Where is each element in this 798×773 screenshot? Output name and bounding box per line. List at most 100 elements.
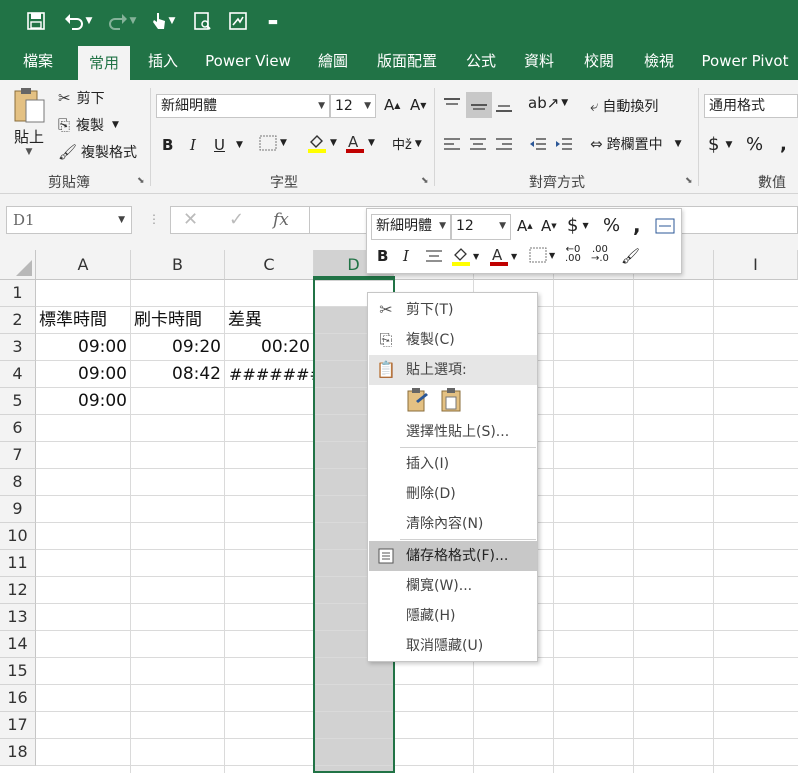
name-box[interactable]: D1 ▼ xyxy=(6,206,132,234)
row-header-12[interactable]: 12 xyxy=(0,577,36,604)
row-header-5[interactable]: 5 xyxy=(0,388,36,415)
align-right-icon[interactable] xyxy=(494,136,514,152)
cell-c2[interactable]: 差異 xyxy=(225,307,314,334)
tab-formulas[interactable]: 公式 xyxy=(458,42,504,80)
select-all-corner[interactable] xyxy=(0,250,36,280)
cell-a3[interactable]: 09:00 xyxy=(36,334,131,361)
row-header-17[interactable]: 17 xyxy=(0,712,36,739)
copy-button[interactable]: ⎘ 複製 ▼ xyxy=(58,115,119,135)
cell-c3[interactable]: 00:20 xyxy=(225,334,314,361)
font-size-combo[interactable]: 12 ▼ xyxy=(330,94,376,118)
cell-c4[interactable]: ######## xyxy=(225,361,314,388)
mini-fill-color-icon[interactable]: ▼ xyxy=(451,245,479,267)
row-header-3[interactable]: 3 xyxy=(0,334,36,361)
row-header-10[interactable]: 10 xyxy=(0,523,36,550)
redo-icon[interactable]: ▼ xyxy=(104,8,140,34)
cell-b4[interactable]: 08:42 xyxy=(131,361,225,388)
mini-font-color-icon[interactable]: A ▼ xyxy=(489,245,517,267)
mini-align-center-icon[interactable] xyxy=(425,249,443,263)
row-header-8[interactable]: 8 xyxy=(0,469,36,496)
cell-b2[interactable]: 刷卡時間 xyxy=(131,307,225,334)
row-header-15[interactable]: 15 xyxy=(0,658,36,685)
orientation-icon[interactable]: ab↗ ▼ xyxy=(528,94,568,112)
italic-button[interactable]: I xyxy=(190,136,196,154)
mini-decrease-decimal-icon[interactable]: .00 →.0 xyxy=(591,245,609,264)
mini-italic-button[interactable]: I xyxy=(403,247,409,265)
print-preview-icon[interactable] xyxy=(190,8,214,34)
merge-center-button[interactable]: ⇔ 跨欄置中 ▼ xyxy=(590,134,682,154)
underline-button[interactable]: U xyxy=(214,136,225,154)
mini-comma-button[interactable]: , xyxy=(633,213,641,237)
alignment-launcher-icon[interactable]: ⬊ xyxy=(685,176,693,186)
row-header-4[interactable]: 4 xyxy=(0,361,36,388)
mini-percent-button[interactable]: % xyxy=(603,215,620,236)
menu-item-paste-special[interactable]: 選擇性貼上(S)... xyxy=(369,417,537,447)
comma-style-icon[interactable]: , xyxy=(780,134,787,155)
tab-data[interactable]: 資料 xyxy=(516,42,562,80)
cell-a5[interactable]: 09:00 xyxy=(36,388,131,415)
row-header-9[interactable]: 9 xyxy=(0,496,36,523)
clipboard-launcher-icon[interactable]: ⬊ xyxy=(137,176,145,186)
mini-currency-button[interactable]: $ ▼ xyxy=(567,215,589,236)
tab-power-pivot[interactable]: Power Pivot xyxy=(696,42,794,80)
tab-review[interactable]: 校閱 xyxy=(576,42,622,80)
menu-item-unhide[interactable]: 取消隱藏(U) xyxy=(369,631,537,661)
menu-item-delete[interactable]: 刪除(D) xyxy=(369,479,537,509)
tab-draw[interactable]: 繪圖 xyxy=(310,42,356,80)
align-left-icon[interactable] xyxy=(442,136,462,152)
increase-indent-icon[interactable] xyxy=(554,136,574,152)
column-header-a[interactable]: A xyxy=(36,250,131,280)
format-painter-button[interactable]: 🖌 複製格式 xyxy=(58,142,137,162)
column-header-c[interactable]: C xyxy=(225,250,314,280)
number-format-combo[interactable]: 通用格式 xyxy=(704,94,798,118)
mini-merge-icon[interactable] xyxy=(655,217,675,235)
menu-item-clear-contents[interactable]: 清除內容(N) xyxy=(369,509,537,539)
menu-item-copy[interactable]: ⎘ 複製(C) xyxy=(369,325,537,355)
mini-bold-button[interactable]: B xyxy=(377,247,388,265)
font-launcher-icon[interactable]: ⬊ xyxy=(421,176,429,186)
fill-color-icon[interactable]: ▼ xyxy=(306,132,337,154)
row-header-1[interactable]: 1 xyxy=(0,280,36,307)
mini-borders-icon[interactable]: ▼ xyxy=(529,247,555,263)
wrap-text-button[interactable]: ⤶ 自動換列 xyxy=(590,96,658,116)
customize-qat-icon[interactable]: ▬ xyxy=(264,8,282,34)
percent-button[interactable]: % xyxy=(746,134,763,155)
row-header-13[interactable]: 13 xyxy=(0,604,36,631)
paste-button[interactable]: 貼上 ▼ xyxy=(10,86,48,157)
column-header-b[interactable]: B xyxy=(131,250,225,280)
paste-formulas-icon[interactable] xyxy=(406,387,430,417)
mini-decrease-font-icon[interactable]: A ▼ xyxy=(541,217,557,235)
insert-function-icon[interactable]: fx xyxy=(273,210,289,230)
mini-size-combo[interactable]: 12 ▼ xyxy=(451,214,511,240)
column-header-i[interactable]: I xyxy=(714,250,798,280)
borders-icon[interactable]: ▼ xyxy=(258,134,287,152)
align-bottom-icon[interactable] xyxy=(494,96,514,114)
decrease-font-icon[interactable]: A ▼ xyxy=(410,96,426,114)
align-top-icon[interactable] xyxy=(442,96,462,114)
tab-insert[interactable]: 插入 xyxy=(140,42,186,80)
align-center-icon[interactable] xyxy=(468,136,488,152)
mini-increase-decimal-icon[interactable]: ←0.00 xyxy=(565,245,581,264)
row-header-14[interactable]: 14 xyxy=(0,631,36,658)
font-name-combo[interactable]: 新細明體 ▼ xyxy=(156,94,330,118)
row-header-6[interactable]: 6 xyxy=(0,415,36,442)
row-header-16[interactable]: 16 xyxy=(0,685,36,712)
tab-power-view[interactable]: Power View xyxy=(200,42,296,80)
undo-icon[interactable]: ▼ xyxy=(60,8,96,34)
row-header-11[interactable]: 11 xyxy=(0,550,36,577)
tab-home[interactable]: 常用 xyxy=(78,46,130,80)
cell-b3[interactable]: 09:20 xyxy=(131,334,225,361)
tab-page-layout[interactable]: 版面配置 xyxy=(372,42,442,80)
row-header-2[interactable]: 2 xyxy=(0,307,36,334)
menu-item-insert[interactable]: 插入(I) xyxy=(369,449,537,479)
increase-font-icon[interactable]: A ▲ xyxy=(384,96,400,114)
tab-file[interactable]: 檔案 xyxy=(16,42,60,80)
cell-a2[interactable]: 標準時間 xyxy=(36,307,131,334)
decrease-indent-icon[interactable] xyxy=(528,136,548,152)
font-color-icon[interactable]: A ▼ xyxy=(344,132,375,154)
phonetic-icon[interactable]: 中ž ▼ xyxy=(392,134,422,153)
menu-item-column-width[interactable]: 欄寬(W)... xyxy=(369,571,537,601)
touch-mode-icon[interactable]: ▼ xyxy=(145,8,181,34)
mini-increase-font-icon[interactable]: A ▲ xyxy=(517,217,533,235)
menu-item-cut[interactable]: ✂ 剪下(T) xyxy=(369,295,537,325)
